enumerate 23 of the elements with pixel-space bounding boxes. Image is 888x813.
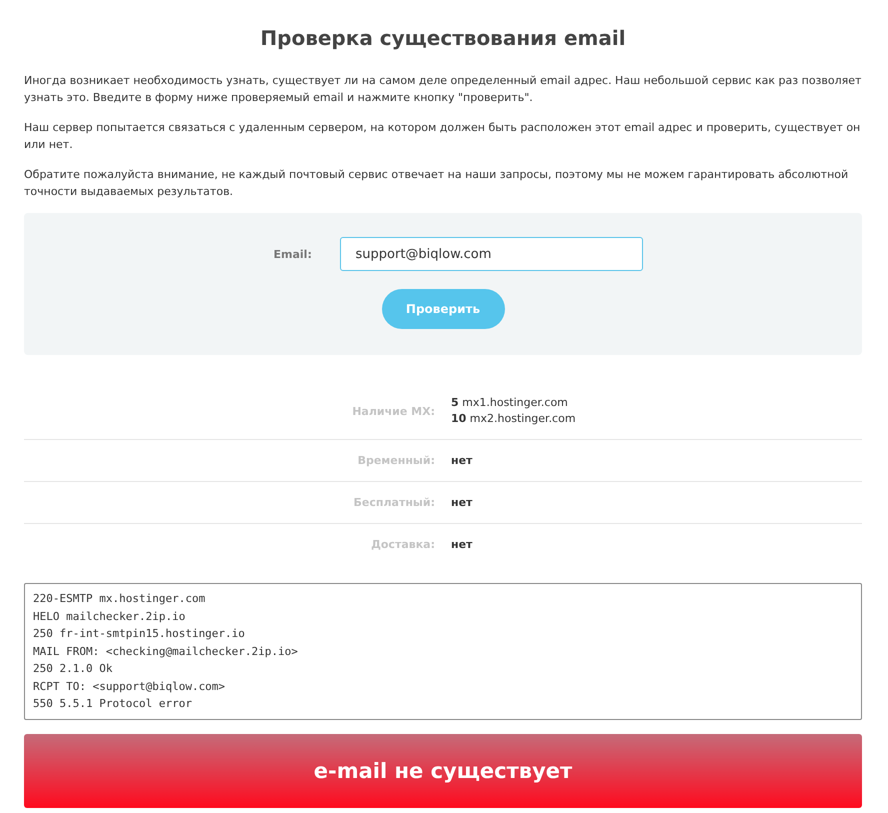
intro-paragraph: Иногда возникает необходимость узнать, существует ли на самом деле определенный email адрес. Наш небольшой сервис как раз позволяет узнать это. Введите в форму ниже проверяемый email и нажмите кнопку "проверить".	[24, 73, 862, 106]
email-label: Email:	[274, 248, 313, 260]
intro-paragraph: Обратите пожалуйста внимание, не каждый почтовый сервис отвечает на наши запросы, поэтому мы не можем гарантировать абсолютной точности выдаваемых результатов.	[24, 167, 850, 200]
result-value: нет	[451, 452, 474, 468]
result-banner: e-mail не существует	[24, 734, 862, 808]
page-title: Проверка существования email	[259, 25, 627, 52]
result-value: 10 mx2.hostinger.com	[451, 411, 577, 427]
log-line: MAIL FROM: <checking@mailchecker.2ip.io>	[33, 644, 299, 660]
result-value: нет	[451, 494, 474, 510]
result-value: нет	[451, 536, 474, 552]
email-field[interactable]: support@biqlow.com	[340, 237, 642, 271]
log-line: 550 5.5.1 Protocol error	[33, 696, 193, 712]
log-line: RCPT TO: <support@biqlow.com>	[33, 678, 226, 694]
intro-paragraph: Наш сервер попытается связаться с удаленным сервером, на котором должен быть расположен этот email адрес и проверить, существует он или нет.	[24, 120, 862, 153]
log-line: 250 2.1.0 Ok	[33, 661, 114, 677]
result-label: Наличие MX:	[351, 404, 435, 418]
log-line: HELO mailchecker.2ip.io	[33, 608, 186, 624]
log-line: 250 fr-int-smtpin15.hostinger.io	[33, 626, 246, 642]
result-label: Временный:	[356, 454, 435, 467]
result-label: Доставка:	[370, 538, 435, 551]
result-label: Бесплатный:	[352, 496, 435, 509]
result-value: 5 mx1.hostinger.com	[451, 395, 569, 411]
log-line: 220-ESMTP mx.hostinger.com	[33, 591, 206, 607]
